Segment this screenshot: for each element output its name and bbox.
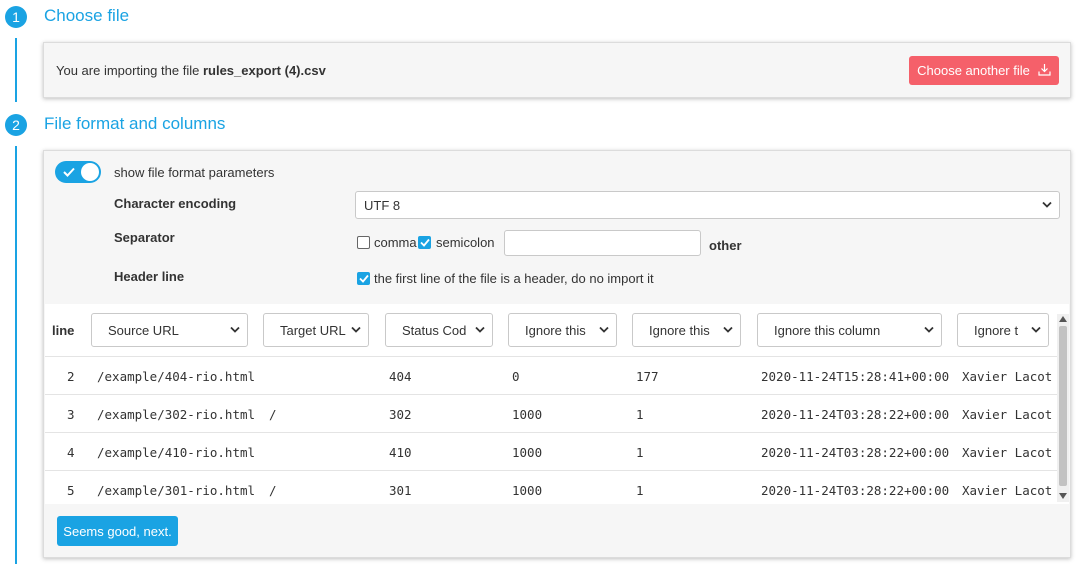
format-params-toggle[interactable]: [55, 161, 101, 183]
step-number-2: 2: [5, 114, 27, 136]
check-icon: [63, 167, 75, 177]
chevron-down-icon: [1042, 201, 1052, 208]
chevron-down-icon: [351, 326, 361, 333]
cell-col-4: 1000: [512, 483, 543, 498]
encoding-value: UTF 8: [364, 197, 401, 213]
cell-col-5: 177: [636, 369, 659, 384]
chevron-down-icon: [599, 326, 609, 333]
cell-col-6: 2020-11-24T03:28:22+00:00: [761, 407, 950, 422]
cell-col-4: 0: [512, 369, 520, 384]
cell-col-6: 2020-11-24T03:28:22+00:00: [761, 483, 950, 498]
cell-status-code: 301: [389, 483, 412, 498]
column-mapping-select-status-code[interactable]: Status Code: [385, 313, 493, 347]
scroll-up-icon[interactable]: [1059, 316, 1067, 322]
column-mapping-value: Ignore this: [649, 322, 710, 338]
row-line-number: 4: [67, 445, 75, 460]
preview-table: line Source URL Target URL Status Code I…: [45, 304, 1069, 504]
row-line-number: 5: [67, 483, 75, 498]
check-icon: [359, 274, 369, 283]
line-column-header: line: [52, 323, 75, 338]
column-mapping-select-source-url[interactable]: Source URL: [91, 313, 248, 347]
column-mapping-select-col-5[interactable]: Ignore this: [632, 313, 741, 347]
column-mapping-value: Source URL: [108, 322, 179, 338]
step-title-choose-file: Choose file: [44, 6, 130, 25]
column-mapping-value: Ignore t: [974, 322, 1019, 338]
chevron-down-icon: [475, 326, 485, 333]
cell-col-5: 1: [636, 407, 644, 422]
column-mapping-value: Status Code: [402, 322, 466, 338]
header-line-checkbox[interactable]: [357, 272, 370, 285]
column-mapping-value: Ignore this column: [774, 322, 881, 338]
cell-col-6: 2020-11-24T15:28:41+00:00: [761, 369, 950, 384]
file-name: rules_export (4).csv: [202, 63, 326, 78]
download-icon: [1038, 63, 1051, 79]
cell-status-code: 302: [389, 407, 412, 422]
toggle-label: show file format parameters: [114, 165, 275, 180]
cell-col-5: 1: [636, 483, 644, 498]
cell-target-url: /: [269, 483, 277, 498]
row-divider: [45, 470, 1057, 471]
cell-source-url: /example/410-rio.html: [97, 445, 256, 460]
row-divider: [45, 394, 1057, 395]
column-mapping-value: Ignore this: [525, 322, 586, 338]
row-line-number: 2: [67, 369, 75, 384]
format-panel: show file format parameters Character en…: [43, 150, 1071, 558]
chevron-down-icon: [723, 326, 733, 333]
row-divider: [45, 356, 1057, 357]
cell-source-url: /example/302-rio.html: [97, 407, 256, 422]
row-line-number: 3: [67, 407, 75, 422]
next-button[interactable]: Seems good, next.: [57, 516, 178, 546]
cell-status-code: 404: [389, 369, 412, 384]
chevron-down-icon: [230, 326, 240, 333]
cell-col-7: Xavier Lacot: [962, 369, 1053, 384]
header-line-text: the first line of the file is a header, …: [374, 271, 654, 286]
encoding-select[interactable]: UTF 8: [355, 191, 1060, 219]
header-line-label: Header line: [114, 269, 185, 284]
cell-target-url: /: [269, 407, 277, 422]
cell-col-7: Xavier Lacot: [962, 445, 1053, 460]
column-mapping-select-col-7[interactable]: Ignore t: [957, 313, 1049, 347]
file-info-text: You are importing the file rules_export …: [56, 63, 326, 78]
column-mapping-select-col-6[interactable]: Ignore this column: [757, 313, 942, 347]
cell-source-url: /example/301-rio.html: [97, 483, 256, 498]
scrollbar-thumb[interactable]: [1059, 326, 1067, 486]
cell-col-7: Xavier Lacot: [962, 483, 1053, 498]
cell-source-url: /example/404-rio.html: [97, 369, 256, 384]
encoding-label: Character encoding: [114, 196, 237, 211]
row-divider: [45, 432, 1057, 433]
toggle-knob: [81, 163, 99, 181]
separator-label: Separator: [114, 230, 175, 245]
chevron-down-icon: [1031, 326, 1041, 333]
cell-col-4: 1000: [512, 407, 543, 422]
cell-col-6: 2020-11-24T03:28:22+00:00: [761, 445, 950, 460]
column-mapping-select-col-4[interactable]: Ignore this: [508, 313, 617, 347]
cell-col-7: Xavier Lacot: [962, 407, 1053, 422]
step-connector-line-2: [15, 146, 17, 564]
cell-col-5: 1: [636, 445, 644, 460]
file-info-prefix: You are importing the file: [56, 63, 200, 78]
scroll-down-icon[interactable]: [1059, 493, 1067, 499]
step-number-1: 1: [5, 6, 27, 28]
column-mapping-select-target-url[interactable]: Target URL: [263, 313, 369, 347]
file-panel: You are importing the file rules_export …: [43, 42, 1071, 98]
check-icon: [420, 238, 430, 247]
semicolon-checkbox[interactable]: [418, 236, 431, 249]
cell-col-4: 1000: [512, 445, 543, 460]
other-separator-input[interactable]: [504, 230, 701, 256]
other-label: other: [709, 238, 742, 253]
cell-status-code: 410: [389, 445, 412, 460]
step-connector-line: [15, 38, 17, 102]
comma-label: comma: [374, 235, 417, 250]
semicolon-label: semicolon: [436, 235, 495, 250]
comma-checkbox[interactable]: [357, 236, 370, 249]
chevron-down-icon: [924, 326, 934, 333]
table-scrollbar[interactable]: [1057, 314, 1069, 502]
choose-another-file-label: Choose another file: [917, 63, 1030, 78]
step-title-file-format: File format and columns: [44, 114, 226, 133]
column-mapping-value: Target URL: [280, 322, 346, 338]
choose-another-file-button[interactable]: Choose another file: [909, 56, 1059, 85]
